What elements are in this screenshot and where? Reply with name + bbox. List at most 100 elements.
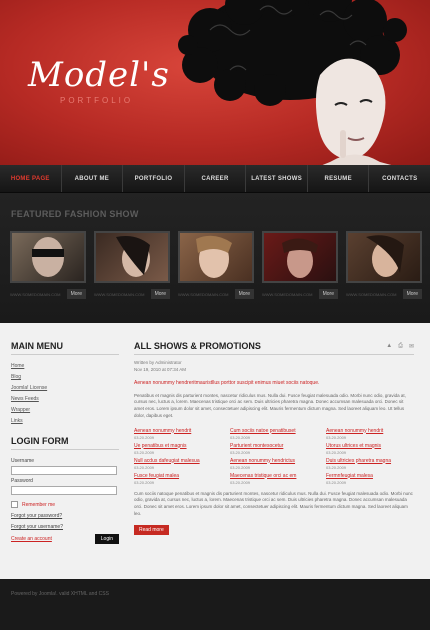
show-link-item: Fermnfeugiat malesa 03.20.2009	[326, 473, 414, 485]
menu-link-wrapper[interactable]: Wrapper	[11, 407, 119, 413]
nav-portfolio[interactable]: PORTFOLIO	[123, 165, 185, 192]
show-link-item: Utorus ultrices et magnis 03.20.2009	[326, 443, 414, 455]
thumb-url: WWW.SOMEDOMAIN.COM	[262, 291, 313, 297]
password-label: Password	[11, 478, 33, 484]
show-link[interactable]: Utorus ultrices et magnis	[326, 443, 414, 449]
model-photo[interactable]	[94, 231, 170, 283]
logo-title: Model's	[28, 55, 170, 95]
more-button[interactable]: More	[150, 289, 170, 299]
featured-thumbnails: WWW.SOMEDOMAIN.COM More WWW.SOMEDOMAIN.CO…	[10, 231, 422, 299]
nav-resume[interactable]: RESUME	[308, 165, 370, 192]
article-paragraph: Penatibus et magnis dis parturient monte…	[134, 392, 406, 418]
footer-credit: Powered by Joomla!. valid XHTML and CSS	[11, 591, 109, 597]
nav-career[interactable]: CAREER	[185, 165, 247, 192]
logo-subtitle: PORTFOLIO	[60, 96, 134, 105]
more-button[interactable]: More	[402, 289, 422, 299]
sidebar: MAIN MENU Home Blog Joomla! License News…	[11, 341, 119, 544]
show-link[interactable]: Aenean nonummy hendrit	[326, 428, 414, 434]
show-date: 03.20.2009	[230, 434, 251, 440]
print-icon[interactable]: ⎙	[398, 343, 403, 350]
username-label: Username	[11, 458, 35, 464]
featured-item: WWW.SOMEDOMAIN.COM More	[178, 231, 254, 299]
menu-link-license[interactable]: Joomla! License	[11, 385, 119, 391]
show-link[interactable]: Null acdus dafeugiat malesua	[134, 458, 222, 464]
featured-item: WWW.SOMEDOMAIN.COM More	[346, 231, 422, 299]
thumb-url: WWW.SOMEDOMAIN.COM	[178, 291, 229, 297]
show-link[interactable]: Aenean nonummy hendrictus	[230, 458, 318, 464]
menu-link-links[interactable]: Links	[11, 418, 119, 424]
show-link-item: Fusce feugiat malea 03.20.2009	[134, 473, 222, 485]
read-more-button[interactable]: Read more	[134, 524, 169, 535]
show-date: 03.20.2009	[326, 479, 347, 485]
featured-title: FEATURED FASHION SHOW	[11, 209, 139, 219]
article-meta: Written by Administrator Nov 19, 2010 at…	[134, 360, 414, 374]
show-link[interactable]: Duis ultricies pharetra magna	[326, 458, 414, 464]
model-photo[interactable]	[178, 231, 254, 283]
thumb-url: WWW.SOMEDOMAIN.COM	[94, 291, 145, 297]
menu-link-news-feeds[interactable]: News Feeds	[11, 396, 119, 402]
featured-item: WWW.SOMEDOMAIN.COM More	[262, 231, 338, 299]
nav-latest-shows[interactable]: LATEST SHOWS	[246, 165, 308, 192]
content-area: MAIN MENU Home Blog Joomla! License News…	[0, 323, 430, 579]
show-date: 03.20.2009	[326, 464, 347, 470]
thumb-url: WWW.SOMEDOMAIN.COM	[346, 291, 397, 297]
show-link-item: Null acdus dafeugiat malesua 03.20.2009	[134, 458, 222, 470]
show-link[interactable]: Cum sociis natoe penatibuset	[230, 428, 318, 434]
featured-item: WWW.SOMEDOMAIN.COM More	[10, 231, 86, 299]
show-link[interactable]: Fermnfeugiat malesa	[326, 473, 414, 479]
article-header: ALL SHOWS & PROMOTIONS ▲ ⎙ ✉	[134, 341, 414, 355]
show-date: 03.20.2009	[134, 434, 155, 440]
show-link-item: Cum sociis natoe penatibuset 03.20.2009	[230, 428, 318, 440]
header-banner: Model's PORTFOLIO	[0, 0, 430, 165]
featured-item: WWW.SOMEDOMAIN.COM More	[94, 231, 170, 299]
show-link-item: Ue penatibus et magnis 03.20.2009	[134, 443, 222, 455]
pdf-icon[interactable]: ▲	[386, 343, 392, 350]
show-link-item: Parturient montesocetur 03.20.2009	[230, 443, 318, 455]
thumb-url: WWW.SOMEDOMAIN.COM	[10, 291, 61, 297]
menu-link-home[interactable]: Home	[11, 363, 119, 369]
username-input[interactable]	[11, 466, 117, 475]
show-date: 03.20.2009	[230, 479, 251, 485]
featured-section: FEATURED FASHION SHOW WWW.SOMEDOMAIN.COM…	[0, 193, 430, 323]
show-link-item: Duis ultricies pharetra magna 03.20.2009	[326, 458, 414, 470]
main-menu-heading: MAIN MENU	[11, 341, 119, 355]
nav-about[interactable]: ABOUT ME	[62, 165, 124, 192]
login-button[interactable]: Login	[94, 534, 119, 544]
show-link[interactable]: Parturient montesocetur	[230, 443, 318, 449]
show-link-item: Aenean nonummy hendrit 03.20.2009	[134, 428, 222, 440]
show-link[interactable]: Aenean nonummy hendrit	[134, 428, 222, 434]
show-date: 03.20.2009	[326, 434, 347, 440]
more-button[interactable]: More	[66, 289, 86, 299]
show-date: 03.20.2009	[230, 464, 251, 470]
main-article: ALL SHOWS & PROMOTIONS ▲ ⎙ ✉ Written by …	[134, 341, 414, 536]
email-icon[interactable]: ✉	[409, 343, 414, 350]
remember-me: Remember me	[11, 501, 119, 508]
remember-checkbox[interactable]	[11, 501, 18, 508]
show-link[interactable]: Ue penatibus et magnis	[134, 443, 222, 449]
forgot-password-link[interactable]: Forgot your password?	[11, 513, 119, 519]
show-link[interactable]: Maecenas tristique orci ac em	[230, 473, 318, 479]
create-account-link[interactable]: Create an account	[11, 536, 52, 542]
show-date: 03.20.2009	[326, 449, 347, 455]
nav-home[interactable]: HOME PAGE	[0, 165, 62, 192]
site-logo[interactable]: Model's PORTFOLIO	[28, 58, 170, 105]
show-link[interactable]: Fusce feugiat malea	[134, 473, 222, 479]
model-photo[interactable]	[346, 231, 422, 283]
main-navigation: HOME PAGE ABOUT ME PORTFOLIO CAREER LATE…	[0, 165, 430, 193]
more-button[interactable]: More	[318, 289, 338, 299]
article-tools: ▲ ⎙ ✉	[386, 343, 414, 350]
login-form-heading: LOGIN FORM	[11, 436, 119, 450]
password-input[interactable]	[11, 486, 117, 495]
menu-link-blog[interactable]: Blog	[11, 374, 119, 380]
show-links: Aenean nonummy hendrit 03.20.2009 Cum soc…	[134, 428, 414, 485]
show-date: 03.20.2009	[134, 479, 155, 485]
more-button[interactable]: More	[234, 289, 254, 299]
show-link-item: Maecenas tristique orci ac em 03.20.2009	[230, 473, 318, 485]
footer: Powered by Joomla!. valid XHTML and CSS	[0, 579, 430, 630]
forgot-username-link[interactable]: Forgot your username?	[11, 524, 119, 530]
remember-label: Remember me	[22, 501, 56, 508]
model-photo[interactable]	[262, 231, 338, 283]
nav-contacts[interactable]: CONTACTS	[369, 165, 430, 192]
login-actions: Create an account Login	[11, 534, 119, 544]
model-photo[interactable]	[10, 231, 86, 283]
